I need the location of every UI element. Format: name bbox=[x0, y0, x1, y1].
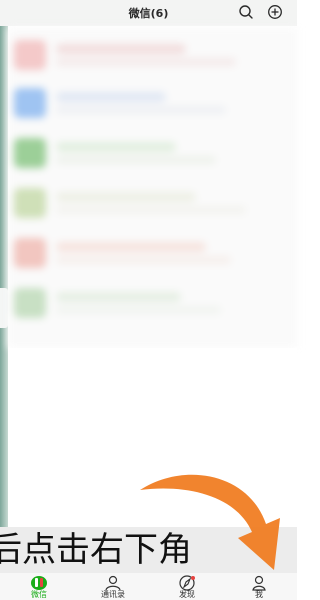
search-icon[interactable] bbox=[238, 4, 254, 20]
tab-chats[interactable]: 微信 bbox=[2, 573, 76, 600]
chat-bubble-icon bbox=[30, 575, 48, 591]
edge-handle bbox=[0, 288, 8, 328]
curved-arrow-icon bbox=[140, 474, 280, 570]
tab-contacts[interactable]: 通讯录 bbox=[76, 573, 150, 600]
left-edge-strip bbox=[0, 0, 8, 600]
tab-discover[interactable]: 发现 bbox=[150, 573, 224, 600]
top-bar: 微信(6) bbox=[0, 0, 297, 26]
person-icon bbox=[250, 575, 268, 591]
tab-label: 微信 bbox=[31, 590, 47, 599]
contacts-icon bbox=[104, 575, 122, 591]
bottom-tab-bar: 微信 通讯录 发现 我 bbox=[0, 573, 297, 600]
compass-icon bbox=[178, 575, 196, 591]
tab-label: 通讯录 bbox=[101, 590, 125, 599]
tab-me[interactable]: 我 bbox=[222, 573, 296, 600]
tab-label: 发现 bbox=[179, 590, 195, 599]
tab-label: 我 bbox=[255, 590, 263, 599]
blurred-chat-list bbox=[8, 28, 297, 348]
plus-circle-icon[interactable] bbox=[267, 4, 283, 20]
